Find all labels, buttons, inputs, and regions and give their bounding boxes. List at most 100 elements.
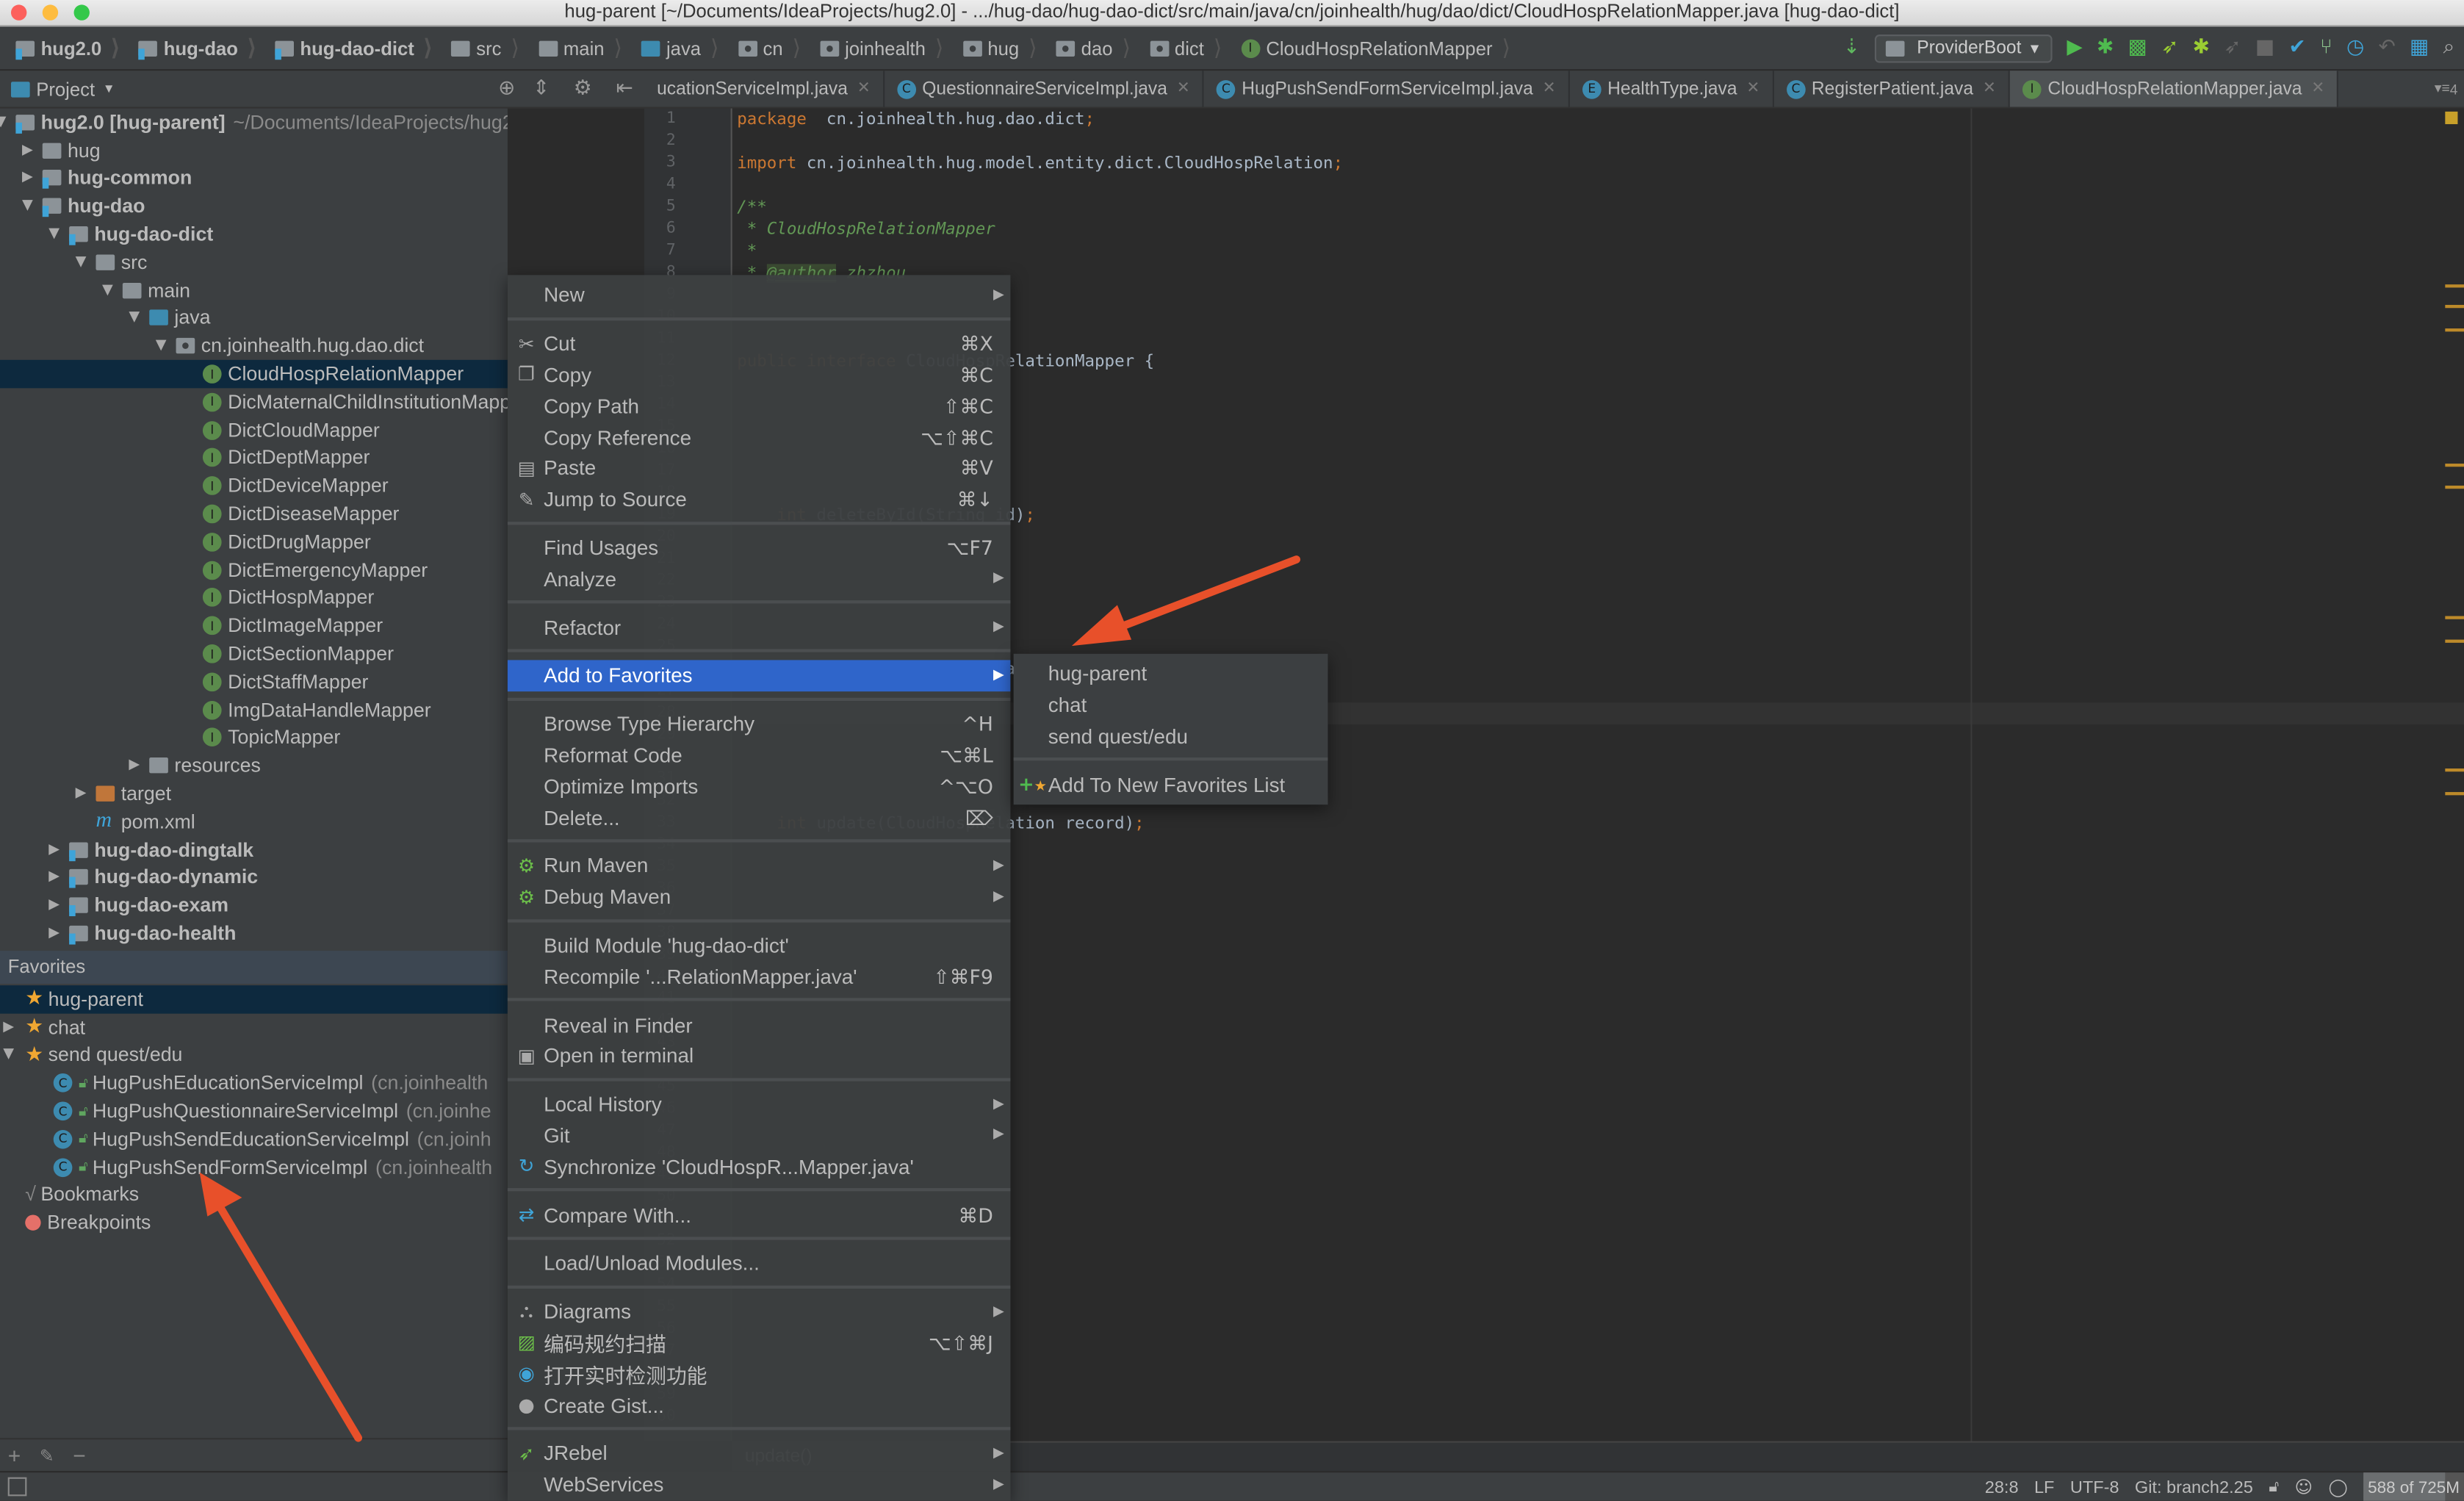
tree-item[interactable]: ▼ hug-dao-dict [0,220,508,248]
expanded-arrow-icon[interactable]: ▼ [76,254,87,270]
menu-item-diagrams[interactable]: ⛬ Diagrams ▶ [508,1296,1010,1327]
menu-item-reveal-in-finder[interactable]: Reveal in Finder [508,1009,1010,1040]
menu-item-compare-with[interactable]: ⇄ Compare With... ⌘D [508,1199,1010,1230]
menu-item-debug-maven[interactable]: ⚙ Debug Maven ▶ [508,881,1010,912]
tree-item[interactable]: I CloudHospRelationMapper [0,360,508,389]
collapsed-arrow-icon[interactable]: ▶ [129,758,140,774]
tabs-overflow-button[interactable]: ▾≡ 4 [2435,71,2464,107]
tree-item[interactable]: ▶ hug [0,137,508,165]
file-encoding[interactable]: UTF-8 [2070,1478,2119,1497]
tab-registerpatient-java[interactable]: C RegisterPatient.java ✕ [1774,71,2011,107]
caret-position[interactable]: 28:8 [1985,1478,2019,1497]
tree-item[interactable]: C 🔓︎ HugPushEducationServiceImpl (cn.joinhe… [0,1069,508,1097]
locate-icon[interactable]: ⊕ [498,77,515,101]
expanded-arrow-icon[interactable]: ▼ [3,1048,14,1063]
hide-panel-icon[interactable]: ⇤ [616,77,633,101]
close-icon[interactable]: ✕ [1543,80,1556,98]
remove-icon[interactable]: − [73,1443,86,1468]
menu-item-git[interactable]: Git ▶ [508,1120,1010,1151]
git-branch[interactable]: Git: branch2.25 [2135,1478,2253,1497]
tree-item[interactable]: ▶ ★ chat [0,1013,508,1041]
vcs-history-icon[interactable]: ◷ [2346,36,2364,60]
menu-item-refactor[interactable]: Refactor ▶ [508,611,1010,642]
menu-item-jrebel[interactable]: ➶ JRebel ▶ [508,1438,1010,1469]
expanded-arrow-icon[interactable]: ▼ [0,115,6,130]
tree-item[interactable]: I DictDiseaseMapper [0,500,508,528]
menu-item-add-to-new-favorites-list[interactable]: +★ Add To New Favorites List [1014,769,1328,800]
tree-item[interactable]: I DictDrugMapper [0,528,508,556]
menu-item-run-maven[interactable]: ⚙ Run Maven ▶ [508,850,1010,881]
revert-icon[interactable]: ↶ [2378,36,2395,60]
tree-item[interactable]: I TopicMapper [0,724,508,752]
memory-indicator[interactable]: 588 of 725M [2363,1472,2464,1501]
tab-ucationserviceimpl-java[interactable]: ucationServiceImpl.java ✕ [644,71,885,107]
tree-item[interactable]: I DictHospMapper [0,584,508,612]
tree-item[interactable]: I DictCloudMapper [0,416,508,444]
tree-item[interactable]: ▼ ★ send quest/edu [0,1041,508,1069]
tree-item[interactable]: ▶ target [0,780,508,807]
tree-item[interactable]: C 🔓︎ HugPushSendFormServiceImpl (cn.joinhea… [0,1153,508,1181]
menu-item-copy-reference[interactable]: Copy Reference ⌥⇧⌘C [508,422,1010,453]
tree-item[interactable]: ▼ hug-dao [0,192,508,220]
maximize-window-button[interactable] [73,4,90,21]
collapsed-arrow-icon[interactable]: ▶ [48,870,60,885]
menu-item-jump-to-source[interactable]: ✎ Jump to Source ⌘↓ [508,483,1010,514]
tree-item[interactable]: ▼ java [0,304,508,332]
expanded-arrow-icon[interactable]: ▼ [22,198,33,214]
menu-item-[interactable]: ▨ 编码规约扫描 ⌥⇧⌘J [508,1327,1010,1358]
tab-hugpushsendformserviceimpl-java[interactable]: C HugPushSendFormServiceImpl.java ✕ [1204,71,1570,107]
collapsed-arrow-icon[interactable]: ▶ [22,170,33,186]
menu-item-optimize-imports[interactable]: Optimize Imports ^⌥O [508,771,1010,802]
tree-item[interactable]: I DictSectionMapper [0,640,508,668]
tree-item[interactable]: √ Bookmarks [0,1181,508,1209]
event-log-icon[interactable]: ◯ [2328,1477,2347,1498]
tree-item[interactable]: C 🔓︎ HugPushSendEducationServiceImpl (cn.jo… [0,1126,508,1153]
breadcrumb-item-hug-dao-dict[interactable]: hug-dao-dict ⟩ [265,35,442,61]
menu-item-hug-parent[interactable]: hug-parent [1014,658,1328,689]
gear-icon[interactable]: ⚙ [574,77,592,101]
tree-item[interactable]: I ImgDataHandleMapper [0,696,508,724]
menu-item-recompile-relationmapper-java[interactable]: Recompile '...RelationMapper.java' ⇧⌘F9 [508,961,1010,992]
menu-item-load-unload-modules[interactable]: Load/Unload Modules... [508,1248,1010,1278]
menu-item-local-history[interactable]: Local History ▶ [508,1089,1010,1120]
menu-item-send-quest-edu[interactable]: send quest/edu [1014,721,1328,752]
line-separator[interactable]: LF [2034,1478,2054,1497]
menu-item-add-to-favorites[interactable]: Add to Favorites ▶ [507,660,1011,691]
tree-item[interactable]: ▶ hug-dao-dynamic [0,864,508,892]
tree-item[interactable]: ▶ resources [0,752,508,780]
minimize-window-button[interactable] [42,4,59,21]
breadcrumb-item-main[interactable]: main ⟩ [529,35,632,61]
breadcrumb-item-hug-dao[interactable]: hug-dao ⟩ [129,35,266,61]
collapsed-arrow-icon[interactable]: ▶ [48,898,60,913]
breadcrumb-item-cn[interactable]: cn ⟩ [728,35,810,61]
menu-item-new[interactable]: New ▶ [508,280,1010,311]
menu-item-[interactable]: ◉ 打开实时检测功能 [508,1358,1010,1389]
jrebel-run-icon[interactable]: ➶ [2161,36,2178,60]
tree-item[interactable]: ▼ hug2.0 [hug-parent] ~/Documents/IdeaProj… [0,109,508,137]
menu-item-browse-type-hierarchy[interactable]: Browse Type Hierarchy ^H [508,708,1010,739]
build-icon[interactable]: ⇣ [1843,36,1860,60]
breadcrumb-item-joinhealth[interactable]: joinhealth ⟩ [810,35,953,61]
tab-cloudhosprelationmapper-java[interactable]: I CloudHospRelationMapper.java ✕ [2010,71,2339,107]
tool-windows-icon[interactable] [7,1477,27,1497]
menu-item-cut[interactable]: ✂ Cut ⌘X [508,328,1010,359]
tree-item[interactable]: I DictStaffMapper [0,668,508,696]
tree-item[interactable]: ▶ hug-dao-health [0,920,508,948]
breadcrumb-item-dao[interactable]: dao ⟩ [1047,35,1140,61]
menu-item-reformat-code[interactable]: Reformat Code ⌥⌘L [508,740,1010,771]
tree-item[interactable]: I DicMaternalChildInstitutionMapper [0,388,508,416]
collapsed-arrow-icon[interactable]: ▶ [3,1020,14,1035]
tree-item[interactable]: ▶ hug-common [0,165,508,192]
vcs-update-icon[interactable]: ✔ [2288,36,2305,60]
menu-item-copy-path[interactable]: Copy Path ⇧⌘C [508,390,1010,421]
menu-item-webservices[interactable]: WebServices ▶ [508,1469,1010,1500]
tree-item[interactable]: I DictDeviceMapper [0,472,508,500]
close-window-button[interactable] [10,4,27,21]
collapsed-arrow-icon[interactable]: ▶ [48,926,60,941]
close-icon[interactable]: ✕ [1746,80,1759,98]
profile-icon[interactable]: ➶ [2224,36,2241,60]
run-configuration-select[interactable]: ProviderBoot ▼ [1874,33,2053,62]
close-icon[interactable]: ✕ [857,80,871,98]
collapsed-arrow-icon[interactable]: ▶ [48,842,60,857]
search-icon[interactable]: ⌕ [2443,36,2455,60]
